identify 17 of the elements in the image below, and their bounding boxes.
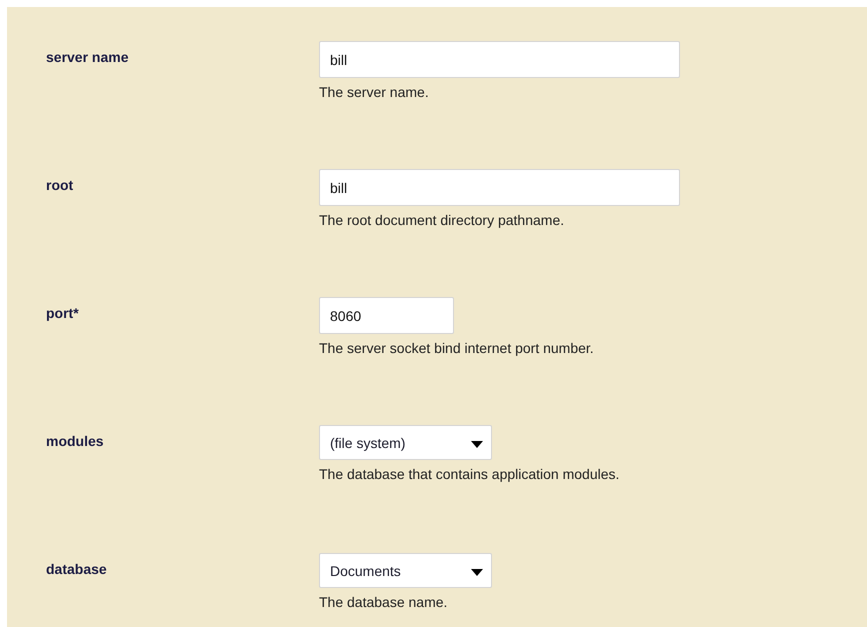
field-label: port*: [45, 304, 79, 321]
help-text: The root document directory pathname.: [319, 212, 564, 228]
caret-icon: [471, 569, 483, 576]
field-label: modules: [45, 432, 104, 449]
help-text: The database name.: [319, 594, 448, 610]
help-text: The database that contains application modules.: [319, 466, 620, 482]
help-text: The server socket bind internet port number.: [319, 340, 594, 356]
dropdown[interactable]: (file system): [319, 425, 492, 460]
caret-icon: [471, 441, 483, 448]
field-label: database: [45, 560, 107, 577]
text-field[interactable]: bill: [319, 169, 680, 206]
field-label: server name: [45, 48, 129, 65]
field-label: root: [45, 176, 74, 193]
dropdown[interactable]: Documents: [319, 553, 492, 588]
help-text: The server name.: [319, 84, 429, 100]
text-field[interactable]: bill: [319, 41, 680, 78]
port-field[interactable]: 8060: [319, 297, 454, 334]
